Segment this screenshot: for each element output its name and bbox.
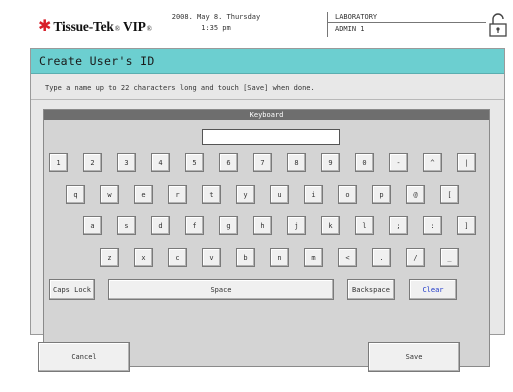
key-colon[interactable]: :	[423, 216, 442, 235]
brand-logo: ✱ Tissue-Tek ® VIP ®	[38, 18, 152, 35]
key-w[interactable]: w	[100, 185, 119, 204]
key-caret[interactable]: ^	[423, 153, 442, 172]
user-name: ADMIN 1	[335, 25, 365, 33]
key-p[interactable]: p	[372, 185, 391, 204]
divider	[31, 99, 504, 100]
key-2[interactable]: 2	[83, 153, 102, 172]
location-separator	[327, 12, 328, 37]
screen: ✱ Tissue-Tek ® VIP ® 2008. May 8. Thursd…	[0, 0, 513, 392]
brand-name: Tissue-Tek	[53, 19, 114, 34]
key-k[interactable]: k	[321, 216, 340, 235]
key-underscore[interactable]: _	[440, 248, 459, 267]
key-x[interactable]: x	[134, 248, 153, 267]
key-open-bracket[interactable]: [	[440, 185, 459, 204]
padlock-icon[interactable]	[487, 12, 509, 38]
page-title: Create User's ID	[39, 54, 155, 68]
backspace-key[interactable]: Backspace	[347, 279, 395, 300]
key-o[interactable]: o	[338, 185, 357, 204]
key-3[interactable]: 3	[117, 153, 136, 172]
key-1[interactable]: 1	[49, 153, 68, 172]
key-z[interactable]: z	[100, 248, 119, 267]
key-at[interactable]: @	[406, 185, 425, 204]
key-j[interactable]: j	[287, 216, 306, 235]
key-9[interactable]: 9	[321, 153, 340, 172]
space-key[interactable]: Space	[108, 279, 334, 300]
key-m[interactable]: m	[304, 248, 323, 267]
location-block: LABORATORY ADMIN 1	[335, 12, 377, 35]
clear-key[interactable]: Clear	[409, 279, 457, 300]
instruction-text: Type a name up to 22 characters long and…	[45, 84, 315, 92]
key-less-than[interactable]: <	[338, 248, 357, 267]
save-button[interactable]: Save	[368, 342, 460, 372]
main-panel: Create User's ID Type a name up to 22 ch…	[30, 48, 505, 367]
brand-trademark-mark: ®	[146, 25, 152, 33]
key-u[interactable]: u	[270, 185, 289, 204]
location-name: LABORATORY	[335, 13, 378, 21]
brand-registered-mark: ®	[114, 25, 121, 33]
key-4[interactable]: 4	[151, 153, 170, 172]
key-semicolon[interactable]: ;	[389, 216, 408, 235]
key-8[interactable]: 8	[287, 153, 306, 172]
title-bar: Create User's ID	[31, 49, 504, 74]
key-h[interactable]: h	[253, 216, 272, 235]
key-period[interactable]: .	[372, 248, 391, 267]
key-l[interactable]: l	[355, 216, 374, 235]
keyboard-header: Keyboard	[44, 110, 489, 120]
key-q[interactable]: q	[66, 185, 85, 204]
key-d[interactable]: d	[151, 216, 170, 235]
key-i[interactable]: i	[304, 185, 323, 204]
datetime: 2008. May 8. Thursday 1:35 pm	[168, 12, 264, 34]
key-pipe[interactable]: |	[457, 153, 476, 172]
date-text: 2008. May 8. Thursday	[171, 13, 261, 21]
key-c[interactable]: c	[168, 248, 187, 267]
key-minus[interactable]: -	[389, 153, 408, 172]
header: ✱ Tissue-Tek ® VIP ® 2008. May 8. Thursd…	[0, 0, 513, 46]
key-7[interactable]: 7	[253, 153, 272, 172]
key-f[interactable]: f	[185, 216, 204, 235]
key-5[interactable]: 5	[185, 153, 204, 172]
cancel-button[interactable]: Cancel	[38, 342, 130, 372]
brand-star-icon: ✱	[38, 16, 52, 35]
key-s[interactable]: s	[117, 216, 136, 235]
key-t[interactable]: t	[202, 185, 221, 204]
time-text: 1:35 pm	[201, 24, 231, 32]
key-6[interactable]: 6	[219, 153, 238, 172]
keyboard-panel: Keyboard 1 2 3 4 5 6 7 8 9 0 - ^ | q w e…	[43, 109, 490, 367]
key-y[interactable]: y	[236, 185, 255, 204]
key-slash[interactable]: /	[406, 248, 425, 267]
key-v[interactable]: v	[202, 248, 221, 267]
key-n[interactable]: n	[270, 248, 289, 267]
key-g[interactable]: g	[219, 216, 238, 235]
key-a[interactable]: a	[83, 216, 102, 235]
key-r[interactable]: r	[168, 185, 187, 204]
caps-lock-key[interactable]: Caps Lock	[49, 279, 95, 300]
key-e[interactable]: e	[134, 185, 153, 204]
brand-suffix: VIP	[123, 19, 146, 34]
key-0[interactable]: 0	[355, 153, 374, 172]
key-close-bracket[interactable]: ]	[457, 216, 476, 235]
name-input-field[interactable]	[202, 129, 340, 145]
key-b[interactable]: b	[236, 248, 255, 267]
